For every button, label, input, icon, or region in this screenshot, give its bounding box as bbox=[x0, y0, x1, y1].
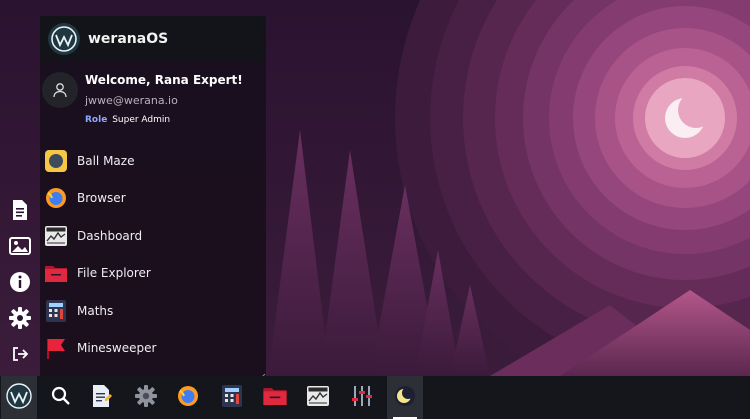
app-label: File Explorer bbox=[77, 266, 151, 280]
folder-icon bbox=[45, 262, 67, 284]
equalizer-icon bbox=[351, 385, 373, 411]
start-menu: weranaOS Welcome, Rana Expert! jwwe@wera… bbox=[40, 16, 266, 381]
app-item-file-explorer[interactable]: File Explorer bbox=[40, 256, 266, 290]
os-name: weranaOS bbox=[88, 31, 169, 47]
role-value: Super Admin bbox=[112, 115, 171, 125]
info-icon[interactable] bbox=[6, 268, 34, 296]
notes-icon bbox=[92, 384, 112, 411]
taskbar-dashboard[interactable] bbox=[300, 376, 336, 419]
taskbar-file-explorer[interactable] bbox=[257, 376, 293, 419]
app-label: Browser bbox=[77, 191, 126, 205]
user-avatar-icon bbox=[42, 72, 78, 108]
taskbar-browser[interactable] bbox=[170, 376, 206, 419]
browser-icon bbox=[45, 187, 67, 209]
image-icon[interactable] bbox=[6, 232, 34, 260]
werana-logo-icon bbox=[48, 23, 80, 55]
start-menu-header: weranaOS bbox=[40, 16, 266, 62]
settings-icon bbox=[135, 384, 157, 411]
browser-icon bbox=[177, 385, 199, 411]
app-item-minesweeper[interactable]: Minesweeper bbox=[40, 331, 266, 365]
logout-icon[interactable] bbox=[6, 340, 34, 368]
app-label: Dashboard bbox=[77, 229, 143, 243]
start-button[interactable] bbox=[1, 376, 37, 419]
app-label: Minesweeper bbox=[77, 341, 157, 355]
welcome-text: Welcome, Rana Expert! bbox=[85, 73, 243, 87]
resize-grip[interactable] bbox=[258, 366, 266, 381]
app-item-ball-maze[interactable]: Ball Maze bbox=[40, 144, 266, 178]
taskbar-night-mode[interactable] bbox=[387, 376, 423, 419]
user-profile: Welcome, Rana Expert! jwwe@werana.io Rol… bbox=[40, 68, 266, 134]
ball-maze-icon bbox=[45, 150, 67, 172]
app-label: Maths bbox=[77, 304, 114, 318]
side-rail bbox=[0, 0, 40, 376]
search-icon bbox=[51, 386, 71, 410]
taskbar-settings[interactable] bbox=[128, 376, 164, 419]
flag-icon bbox=[45, 337, 67, 359]
taskbar-equalizer[interactable] bbox=[344, 376, 380, 419]
app-label: Ball Maze bbox=[77, 154, 135, 168]
dashboard-icon bbox=[307, 385, 329, 410]
document-icon[interactable] bbox=[6, 196, 34, 224]
taskbar-notes[interactable] bbox=[84, 376, 120, 419]
calculator-icon bbox=[222, 384, 242, 411]
app-item-dashboard[interactable]: Dashboard bbox=[40, 219, 266, 253]
app-item-maths[interactable]: Maths bbox=[40, 294, 266, 328]
settings-icon[interactable] bbox=[6, 304, 34, 332]
night-mode-icon bbox=[394, 385, 416, 411]
folder-icon bbox=[263, 386, 287, 409]
taskbar-maths[interactable] bbox=[214, 376, 250, 419]
werana-logo-icon bbox=[6, 382, 32, 413]
dashboard-icon bbox=[45, 225, 67, 247]
calculator-icon bbox=[45, 300, 67, 322]
role-label: Role bbox=[85, 115, 108, 125]
app-item-browser[interactable]: Browser bbox=[40, 181, 266, 215]
user-email: jwwe@werana.io bbox=[85, 94, 178, 107]
taskbar bbox=[0, 376, 750, 419]
search-button[interactable] bbox=[43, 376, 79, 419]
user-role: Role Super Admin bbox=[85, 115, 170, 125]
